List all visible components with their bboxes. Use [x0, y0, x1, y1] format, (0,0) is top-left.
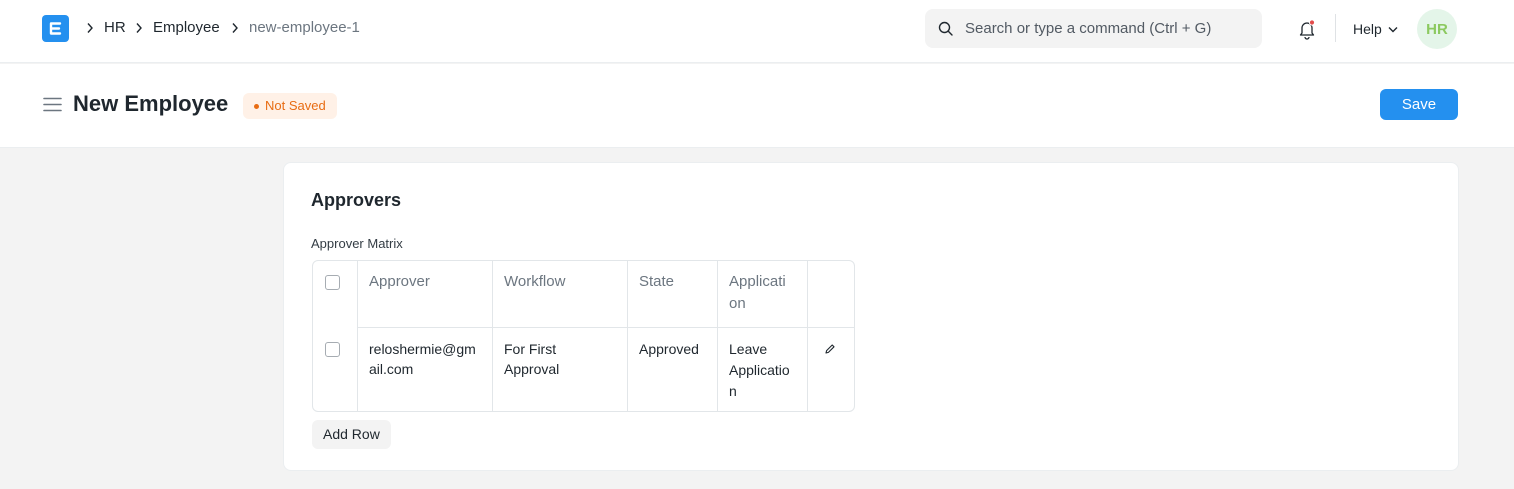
- column-header-approver: Approver: [369, 273, 430, 290]
- sidebar-toggle-icon[interactable]: [43, 97, 62, 112]
- breadcrumb-employee[interactable]: Employee: [153, 18, 220, 38]
- cell-application[interactable]: Leave Applicatio n: [729, 339, 790, 402]
- avatar[interactable]: HR: [1417, 9, 1457, 49]
- section-title: Approvers: [311, 190, 402, 210]
- chevron-right-icon: [87, 23, 93, 33]
- chevron-right-icon: [232, 23, 238, 33]
- save-button[interactable]: Save: [1380, 89, 1458, 120]
- breadcrumb-hr[interactable]: HR: [104, 18, 126, 38]
- edit-pencil-icon[interactable]: [824, 343, 836, 355]
- status-dot-icon: [254, 104, 259, 109]
- breadcrumb-current[interactable]: new-employee-1: [249, 18, 360, 38]
- select-all-checkbox[interactable]: [325, 275, 340, 290]
- status-badge: Not Saved: [243, 93, 337, 119]
- page-title: New Employee: [73, 91, 229, 116]
- column-header-workflow: Workflow: [504, 273, 566, 290]
- search-bar[interactable]: [925, 9, 1262, 48]
- navbar: HR Employee new-employee-1 Help HR: [0, 0, 1514, 63]
- approver-matrix-table: Approver Workflow State Applicati on rel…: [312, 260, 855, 412]
- notification-bell-icon[interactable]: [1296, 18, 1318, 40]
- status-badge-label: Not Saved: [265, 98, 326, 113]
- cell-workflow[interactable]: For First Approval: [504, 339, 559, 379]
- search-input[interactable]: [965, 18, 1250, 38]
- add-row-button[interactable]: Add Row: [312, 420, 391, 449]
- chevron-right-icon: [136, 23, 142, 33]
- app-logo-icon[interactable]: [42, 15, 69, 42]
- help-menu[interactable]: Help: [1353, 19, 1382, 39]
- cell-approver[interactable]: reloshermie@gm ail.com: [369, 339, 476, 379]
- page-head: New Employee Not Saved Save: [0, 64, 1514, 148]
- search-icon: [938, 21, 953, 36]
- row-checkbox[interactable]: [325, 342, 340, 357]
- approvers-section: Approvers Approver Matrix Approver Workf…: [283, 162, 1459, 471]
- chevron-down-icon[interactable]: [1388, 26, 1398, 33]
- cell-state[interactable]: Approved: [639, 339, 699, 359]
- column-header-state: State: [639, 273, 675, 290]
- column-header-application: Applicati on: [729, 273, 786, 312]
- field-label: Approver Matrix: [311, 236, 403, 251]
- navbar-divider: [1335, 14, 1336, 42]
